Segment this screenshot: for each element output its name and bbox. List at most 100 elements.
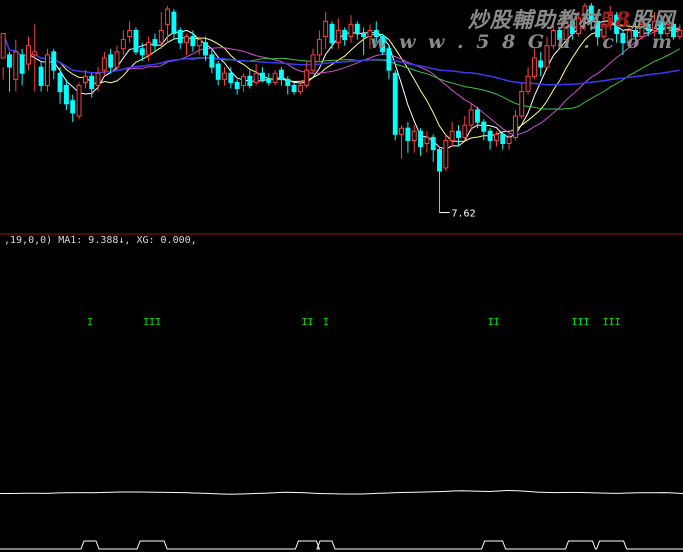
candle-up	[114, 51, 120, 68]
candle-up	[519, 91, 525, 117]
candle-down	[456, 130, 461, 138]
candle-down	[171, 11, 177, 34]
candle-down	[538, 60, 544, 68]
candle-down	[228, 72, 234, 83]
candle-up	[120, 39, 126, 50]
candle-up	[468, 109, 474, 126]
candle-up	[449, 130, 455, 141]
candle-up	[25, 45, 31, 65]
candle-down	[259, 72, 265, 80]
candle-up	[399, 127, 405, 135]
candle-up	[462, 124, 468, 138]
pulse-line	[0, 540, 683, 550]
watermark-title: 炒股輔助教材58股网	[468, 4, 675, 34]
candle-down	[418, 130, 424, 148]
candle-down	[63, 84, 69, 105]
indicator-values: MA1: 9.388↓, XG: 0.000,	[52, 235, 197, 246]
candle-up	[531, 57, 537, 77]
candle-up	[165, 8, 171, 25]
candle-down	[190, 36, 196, 47]
candle-up	[241, 75, 246, 86]
candle-up	[101, 57, 107, 71]
watermark-title-suffix: 股网	[631, 7, 675, 32]
candle-up	[506, 136, 512, 144]
candle-up	[677, 29, 683, 38]
candle-up	[32, 51, 38, 56]
candle-down	[89, 75, 95, 90]
candle-up	[272, 72, 278, 83]
candle-down	[437, 149, 442, 172]
candle-down	[475, 109, 480, 123]
candle-up	[184, 36, 190, 44]
candle-up	[44, 54, 50, 86]
candle-up	[146, 42, 152, 56]
candle-down	[234, 81, 240, 89]
candle-down	[354, 23, 360, 35]
signal-mark: II	[488, 317, 500, 328]
candle-down	[405, 127, 411, 141]
candle-up	[323, 20, 329, 38]
candle-down	[38, 66, 44, 86]
low-price-label: 7.62	[452, 209, 476, 220]
candle-down	[57, 72, 63, 93]
candle-down	[266, 78, 272, 83]
candle-down	[291, 84, 297, 93]
candle-up	[0, 33, 6, 59]
candle-up	[525, 75, 531, 93]
candle-down	[247, 75, 253, 86]
candle-down	[7, 54, 12, 68]
signal-mark: I	[87, 317, 93, 328]
indicator-params: ,19,0,0)	[4, 235, 53, 246]
candle-down	[392, 72, 398, 135]
candle-up	[348, 23, 354, 38]
candle-down	[108, 54, 114, 68]
candle-up	[76, 84, 82, 117]
indicator-line	[0, 489, 683, 495]
signal-mark: I	[323, 317, 329, 328]
signal-mark: II	[301, 317, 313, 328]
candle-up	[310, 54, 316, 71]
candle-up	[316, 39, 322, 56]
candle-down	[51, 51, 57, 71]
candle-up	[82, 75, 88, 83]
candle-down	[487, 130, 493, 141]
candle-up	[222, 72, 227, 80]
candle-down	[209, 54, 215, 68]
watermark-title-prefix: 炒股輔助教材	[467, 7, 600, 32]
candle-up	[95, 72, 101, 86]
candle-up	[158, 29, 164, 44]
indicator-status-line: ,19,0,0) MA1: 9.388↓, XG: 0.000,	[4, 235, 197, 246]
candle-up	[512, 115, 518, 138]
candle-down	[361, 33, 367, 38]
candle-down	[177, 29, 183, 44]
candle-down	[203, 42, 208, 56]
candle-down	[500, 133, 506, 144]
candle-up	[304, 69, 310, 86]
candle-up	[196, 39, 202, 47]
candle-down	[430, 136, 436, 151]
candle-up	[335, 29, 341, 44]
candle-up	[411, 130, 417, 141]
candle-down	[329, 23, 335, 44]
candle-up	[13, 51, 19, 80]
candle-up	[297, 84, 303, 93]
candle-down	[342, 29, 348, 41]
candle-down	[139, 48, 145, 56]
signal-mark: III	[572, 317, 590, 328]
candle-down	[285, 78, 291, 86]
signal-mark: III	[603, 317, 621, 328]
candle-down	[133, 29, 139, 53]
candle-down	[19, 54, 25, 74]
candle-up	[443, 139, 449, 169]
candle-down	[215, 63, 221, 80]
candle-down	[70, 100, 76, 114]
watermark-url: w w w . 5 8 G u . c o m	[370, 31, 675, 53]
candle-up	[127, 29, 133, 38]
candle-up	[493, 133, 499, 141]
candle-down	[152, 39, 158, 47]
candle-down	[278, 69, 284, 80]
candle-down	[481, 121, 487, 132]
signal-mark: III	[143, 317, 161, 328]
watermark-title-number: 58	[599, 7, 631, 32]
stock-chart: 7.62I III II I II III III	[0, 2, 683, 550]
